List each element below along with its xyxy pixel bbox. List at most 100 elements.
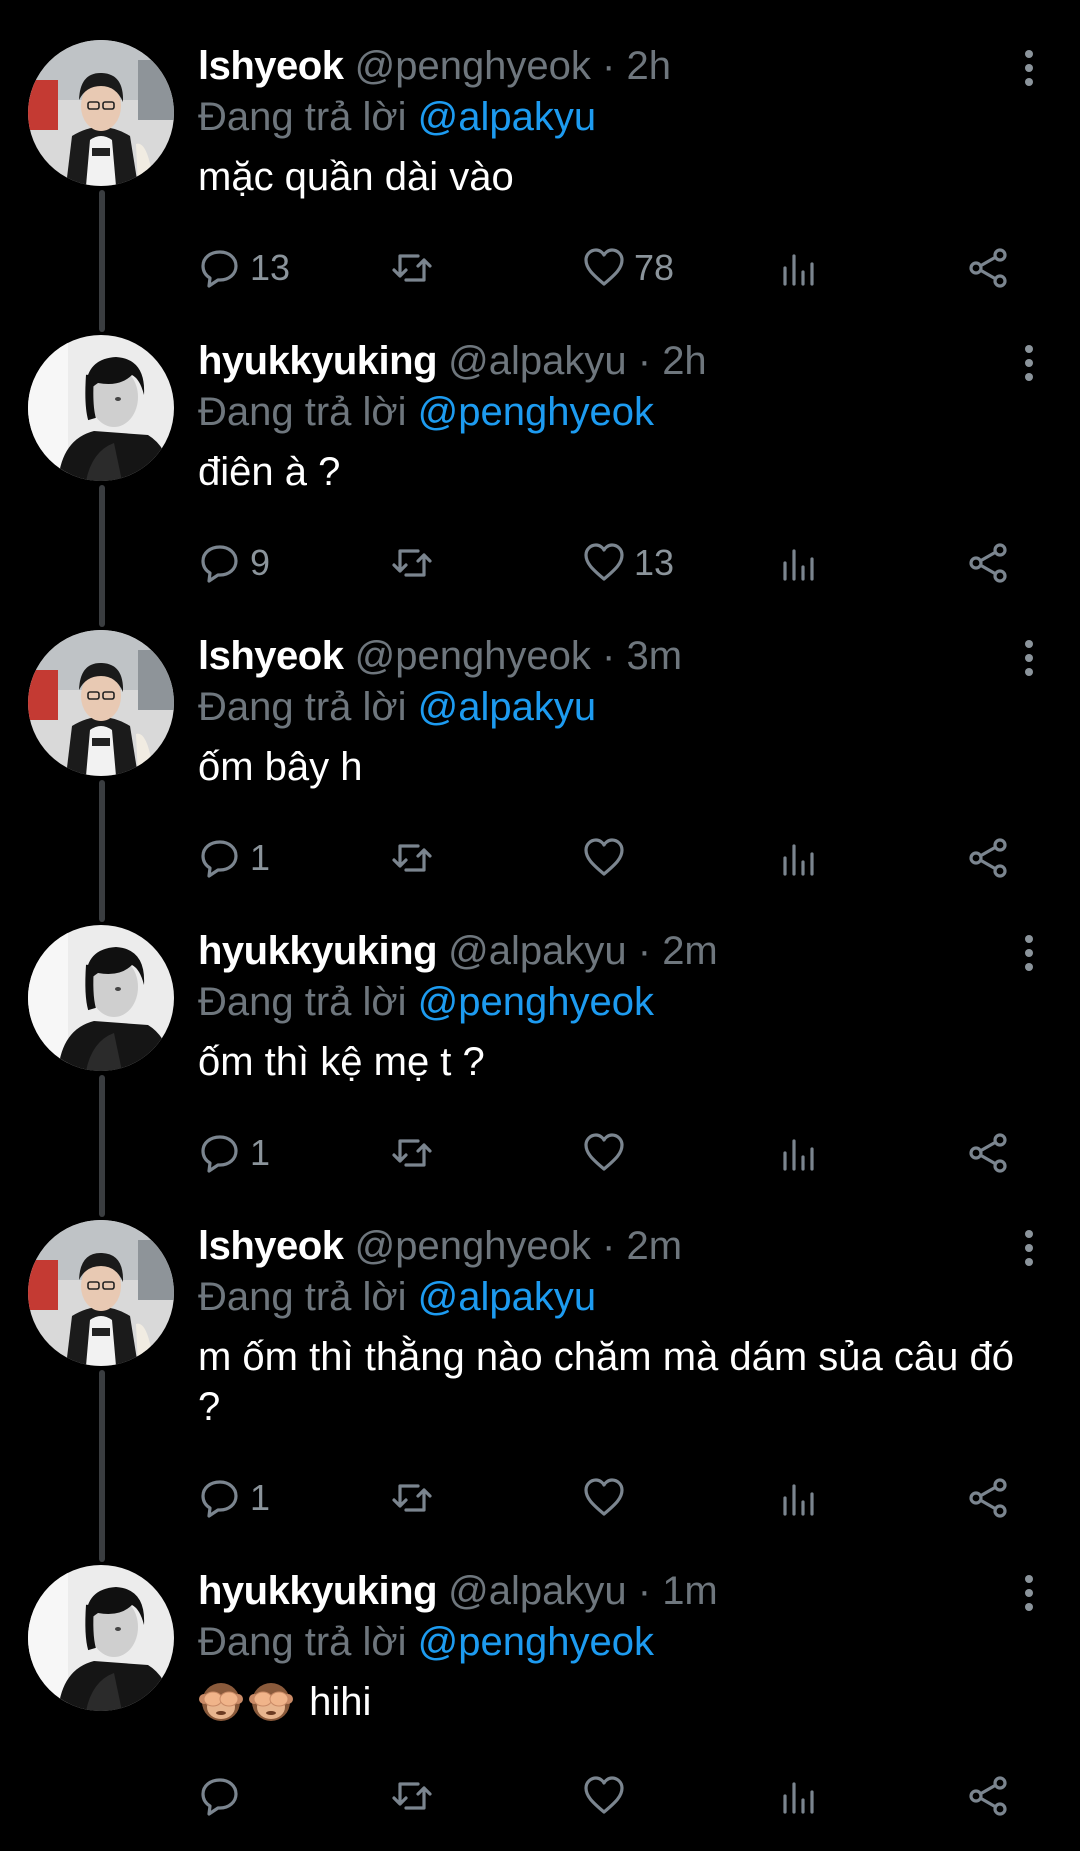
thread-line [99,485,105,627]
like-button[interactable] [582,1123,634,1183]
mention-link[interactable]: @alpakyu [418,95,596,139]
like-button[interactable] [582,828,634,888]
like-button[interactable]: 13 [582,533,674,593]
share-button[interactable] [966,1766,1010,1826]
reply-button[interactable]: 1 [198,1468,270,1528]
user-handle[interactable]: @penghyeok [355,1224,591,1268]
tweet-text-content: ốm bây h [198,745,363,789]
more-icon [1025,345,1033,353]
replying-to: Đang trả lời @penghyeok [198,977,1028,1027]
tweet-text-content: điên à ? [198,450,341,494]
tweet-text: ốm bây h [198,742,1028,792]
display-name[interactable]: lshyeok [198,1224,344,1268]
mention-link[interactable]: @penghyeok [418,1620,654,1664]
display-name[interactable]: lshyeok [198,44,344,88]
like-count: 13 [634,542,675,583]
share-button[interactable] [966,238,1010,298]
heart-icon [584,1776,624,1814]
user-handle[interactable]: @penghyeok [355,44,591,88]
like-button[interactable] [582,1468,634,1528]
reply-button[interactable]: 9 [198,533,270,593]
retweet-icon [392,1484,432,1512]
share-icon [969,1776,1007,1816]
user-handle[interactable]: @alpakyu [448,929,626,973]
mention-link[interactable]: @alpakyu [418,1275,596,1319]
tweet-content: lshyeok @penghyeok · 2h Đang trả lời @al… [198,40,1028,202]
reply-count: 1 [250,1477,271,1518]
display-name[interactable]: lshyeok [198,634,344,678]
avatar-penghyeok[interactable] [28,630,174,776]
user-handle[interactable]: @alpakyu [448,1569,626,1613]
timestamp[interactable]: 2h [626,44,671,88]
reply-button[interactable]: 13 [198,238,290,298]
heart-icon [584,838,624,876]
views-button[interactable] [776,238,820,298]
more-options-button[interactable] [1022,1230,1036,1270]
retweet-button[interactable] [390,1468,434,1528]
display-name[interactable]: hyukkyuking [198,339,438,383]
retweet-button[interactable] [390,533,434,593]
retweet-button[interactable] [390,1123,434,1183]
reply-icon [201,1778,238,1816]
tweet-text: hihi [198,1677,1028,1727]
avatar-alpakyu[interactable] [28,925,174,1071]
replying-to: Đang trả lời @alpakyu [198,1272,1028,1322]
views-button[interactable] [776,828,820,888]
share-icon [969,248,1007,288]
avatar-alpakyu[interactable] [28,335,174,481]
tweet-actions: 9 13 [198,533,1028,593]
user-handle[interactable]: @penghyeok [355,634,591,678]
more-options-button[interactable] [1022,640,1036,680]
more-options-button[interactable] [1022,1575,1036,1615]
views-button[interactable] [776,533,820,593]
views-icon [783,1782,814,1814]
share-button[interactable] [966,533,1010,593]
heart-icon [584,1478,624,1516]
tweet-header: hyukkyuking @alpakyu · 2m [198,925,1028,977]
like-button[interactable] [582,1766,634,1826]
tweet-content: lshyeok @penghyeok · 2m Đang trả lời @al… [198,1220,1028,1432]
reply-count: 1 [250,837,271,878]
more-options-button[interactable] [1022,935,1036,975]
views-button[interactable] [776,1123,820,1183]
separator-dot: · [637,1569,663,1613]
timestamp[interactable]: 2m [626,1224,682,1268]
share-button[interactable] [966,1123,1010,1183]
reply-button[interactable]: 1 [198,828,270,888]
more-icon [1025,1230,1033,1238]
mention-link[interactable]: @alpakyu [418,685,596,729]
user-handle[interactable]: @alpakyu [448,339,626,383]
tweet-text-content: hihi [309,1680,372,1724]
share-button[interactable] [966,828,1010,888]
views-button[interactable] [776,1766,820,1826]
avatar-alpakyu[interactable] [28,1565,174,1711]
retweet-icon [392,844,432,872]
thread-line [99,1075,105,1217]
tweet-header: hyukkyuking @alpakyu · 2h [198,335,1028,387]
retweet-button[interactable] [390,1766,434,1826]
more-options-button[interactable] [1022,50,1036,90]
timestamp[interactable]: 3m [626,634,682,678]
avatar-penghyeok[interactable] [28,40,174,186]
timestamp[interactable]: 2m [662,929,718,973]
reply-button[interactable] [198,1766,250,1826]
retweet-button[interactable] [390,238,434,298]
share-button[interactable] [966,1468,1010,1528]
more-options-button[interactable] [1022,345,1036,385]
timestamp[interactable]: 1m [662,1569,718,1613]
replying-to: Đang trả lời @alpakyu [198,92,1028,142]
timestamp[interactable]: 2h [662,339,707,383]
tweet-text: ốm thì kệ mẹ t ? [198,1037,1028,1087]
mention-link[interactable]: @penghyeok [418,390,654,434]
mention-link[interactable]: @penghyeok [418,980,654,1024]
like-count: 78 [634,247,675,288]
more-icon [1025,935,1033,943]
replying-to: Đang trả lời @alpakyu [198,682,1028,732]
views-button[interactable] [776,1468,820,1528]
reply-button[interactable]: 1 [198,1123,270,1183]
avatar-penghyeok[interactable] [28,1220,174,1366]
retweet-button[interactable] [390,828,434,888]
display-name[interactable]: hyukkyuking [198,929,438,973]
display-name[interactable]: hyukkyuking [198,1569,438,1613]
like-button[interactable]: 78 [582,238,674,298]
